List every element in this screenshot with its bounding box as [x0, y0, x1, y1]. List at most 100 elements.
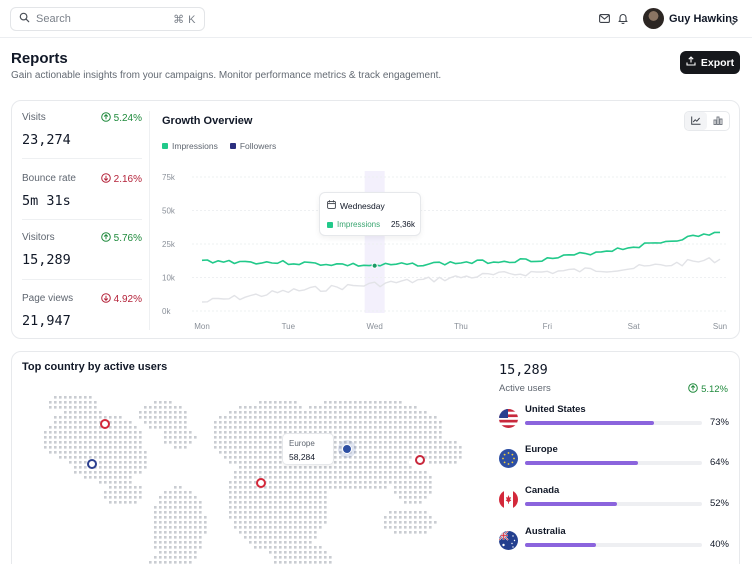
map-dot: [139, 416, 142, 419]
map-dot: [239, 426, 242, 429]
legend-item-followers[interactable]: Followers: [229, 141, 276, 151]
map-dot: [304, 546, 307, 549]
map-dot: [279, 521, 282, 524]
map-dot: [299, 551, 302, 554]
map-dot: [249, 451, 252, 454]
map-marker-canada[interactable]: [100, 419, 110, 429]
line-chart-button[interactable]: [685, 112, 707, 130]
bar-chart-button[interactable]: [707, 112, 729, 130]
user-name[interactable]: Guy Hawkins: [669, 13, 738, 25]
chevron-down-icon[interactable]: [729, 13, 737, 31]
map-dot: [169, 531, 172, 534]
map-dot: [289, 521, 292, 524]
map-dot: [179, 426, 182, 429]
map-dot: [414, 481, 417, 484]
map-dot: [159, 406, 162, 409]
map-dot: [174, 446, 177, 449]
map-dot: [439, 461, 442, 464]
map-dot: [154, 541, 157, 544]
map-dot: [229, 436, 232, 439]
map-dot: [244, 461, 247, 464]
country-row-europe[interactable]: Europe 64%: [499, 444, 729, 474]
export-button[interactable]: Export: [680, 51, 740, 74]
map-marker-asia[interactable]: [415, 455, 425, 465]
data-point-impressions[interactable]: [371, 262, 378, 269]
map-dot: [324, 491, 327, 494]
growth-chart[interactable]: 75k50k25k10k0kMon Tue Wed Thu Fri Sat Sun: [152, 159, 732, 335]
map-dot: [74, 416, 77, 419]
map-dot: [69, 431, 72, 434]
map-dot: [434, 461, 437, 464]
map-dot: [274, 411, 277, 414]
tooltip-day: Wednesday: [340, 200, 385, 211]
map-dot: [244, 491, 247, 494]
map-dot: [374, 431, 377, 434]
map-dot: [324, 496, 327, 499]
legend-swatch: [327, 221, 333, 228]
map-dot: [184, 556, 187, 559]
map-dot: [119, 491, 122, 494]
map-dot: [159, 551, 162, 554]
map-dot: [239, 501, 242, 504]
map-dot: [294, 551, 297, 554]
map-marker-turkey[interactable]: [256, 478, 266, 488]
map-dot: [169, 431, 172, 434]
map-dot: [259, 471, 262, 474]
map-dot: [199, 521, 202, 524]
avatar[interactable]: [643, 8, 664, 29]
map-dot: [174, 501, 177, 504]
map-dot: [339, 471, 342, 474]
map-dot: [89, 446, 92, 449]
map-dot: [134, 446, 137, 449]
map-dot: [229, 491, 232, 494]
country-row-united-states[interactable]: United States 73%: [499, 404, 729, 434]
map-dot: [384, 446, 387, 449]
map-dot: [234, 461, 237, 464]
map-marker-united-states[interactable]: [87, 459, 97, 469]
map-dot: [74, 466, 77, 469]
country-row-canada[interactable]: Canada 52%: [499, 485, 729, 515]
country-row-australia[interactable]: Australia 40%: [499, 526, 729, 556]
map-dot: [309, 421, 312, 424]
map-dot: [399, 401, 402, 404]
map-dot: [199, 541, 202, 544]
map-dot: [164, 541, 167, 544]
legend-item-impressions[interactable]: Impressions: [162, 141, 218, 151]
map-dot: [159, 521, 162, 524]
country-percent: 52%: [709, 498, 729, 509]
map-dot: [234, 501, 237, 504]
map-dot: [329, 466, 332, 469]
map-dot: [404, 406, 407, 409]
map-dot: [119, 456, 122, 459]
map-dot: [394, 511, 397, 514]
map-dot: [409, 496, 412, 499]
map-dot: [264, 441, 267, 444]
map-dot: [389, 526, 392, 529]
map-dot: [259, 536, 262, 539]
map-dot: [179, 561, 182, 564]
map-dot: [434, 426, 437, 429]
map-dot: [324, 476, 327, 479]
map-dot: [414, 441, 417, 444]
map-dot: [89, 421, 92, 424]
map-dot: [274, 486, 277, 489]
map-dot: [164, 416, 167, 419]
map-dot: [339, 476, 342, 479]
map-tooltip-region: Europe: [289, 439, 315, 448]
mail-icon[interactable]: [598, 12, 610, 24]
active-users-delta-value: 5.12%: [701, 384, 728, 395]
map-dot: [319, 416, 322, 419]
map-dot: [309, 476, 312, 479]
world-map[interactable]: [12, 380, 482, 564]
map-dot: [114, 456, 117, 459]
map-marker-europe[interactable]: [342, 444, 352, 454]
map-dot: [79, 466, 82, 469]
map-dot: [239, 496, 242, 499]
map-dot: [424, 481, 427, 484]
map-dot: [314, 506, 317, 509]
search-input[interactable]: Search ⌘ K: [10, 7, 205, 31]
bell-icon[interactable]: [617, 12, 629, 24]
map-dot: [234, 411, 237, 414]
map-dot: [229, 411, 232, 414]
country-progress: [525, 543, 702, 547]
